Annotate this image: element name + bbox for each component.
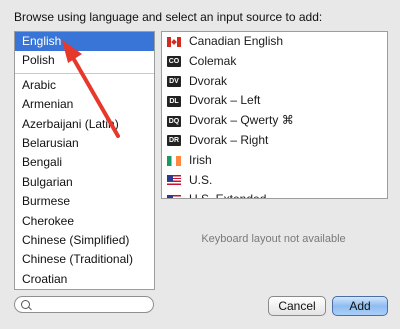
input-source-item[interactable]: DL Dvorak – Left [162,91,387,111]
input-source-label: Canadian English [189,34,284,48]
language-list-separator [15,72,154,74]
language-item[interactable]: Chinese (Simplified) [15,231,154,250]
input-source-item[interactable]: Irish [162,151,387,171]
input-source-label: Colemak [189,53,237,68]
search-input[interactable] [33,298,145,310]
input-source-label: Irish [189,152,212,167]
language-item[interactable]: Bengali [15,153,154,172]
language-item[interactable]: English [15,32,154,52]
dvorak-qwerty-layout-icon: DQ [167,115,181,127]
flag-us-icon [167,175,181,186]
language-item[interactable]: Armenian [15,95,154,114]
dvorak-layout-icon: DV [167,75,181,87]
input-source-label: U.S. Extended [189,190,266,198]
input-source-item[interactable]: DQ Dvorak – Qwerty ⌘ [162,111,387,131]
colemak-layout-icon: CO [167,56,181,68]
language-item[interactable]: Croatian [15,270,154,289]
input-source-label: Dvorak – Qwerty ⌘ [189,113,294,128]
flag-ireland-icon [167,155,181,166]
flag-us-icon [167,195,181,198]
input-source-item[interactable]: U.S. [162,171,387,191]
dvorak-right-layout-icon: DR [167,135,181,147]
search-icon [21,300,30,309]
input-source-label: Dvorak – Right [189,132,269,147]
language-item[interactable]: Belarusian [15,134,154,153]
language-item[interactable]: Polish [15,51,154,70]
input-source-label: U.S. [189,172,213,187]
input-source-item[interactable]: Canadian English [162,32,387,52]
language-item[interactable]: Bulgarian [15,173,154,192]
language-item[interactable]: Arabic [15,76,154,95]
input-source-list[interactable]: Canadian English CO Colemak DV Dvorak DL Dvora… [161,31,388,199]
language-item[interactable]: Cherokee [15,212,154,231]
input-source-item[interactable]: DR Dvorak – Right [162,131,387,151]
language-item[interactable]: Chinese (Traditional) [15,250,154,269]
language-list[interactable]: English Polish Arabic Armenian Azerbaijani (… [14,31,155,290]
language-item[interactable]: Azerbaijani (Latin) [15,115,154,134]
input-source-label: Dvorak [189,73,228,88]
cancel-button[interactable]: Cancel [268,296,326,316]
input-source-item[interactable]: U.S. Extended [162,190,387,198]
flag-canada-icon [167,36,181,47]
dvorak-left-layout-icon: DL [167,95,181,107]
keyboard-preview-note: Keyboard layout not available [201,233,346,245]
search-field[interactable] [14,296,154,313]
input-source-item[interactable]: CO Colemak [162,52,387,72]
input-source-item[interactable]: DV Dvorak [162,72,387,92]
input-source-label: Dvorak – Left [189,93,261,108]
add-button[interactable]: Add [332,296,388,316]
language-item[interactable]: Burmese [15,192,154,211]
dialog-prompt: Browse using language and select an inpu… [14,10,323,24]
